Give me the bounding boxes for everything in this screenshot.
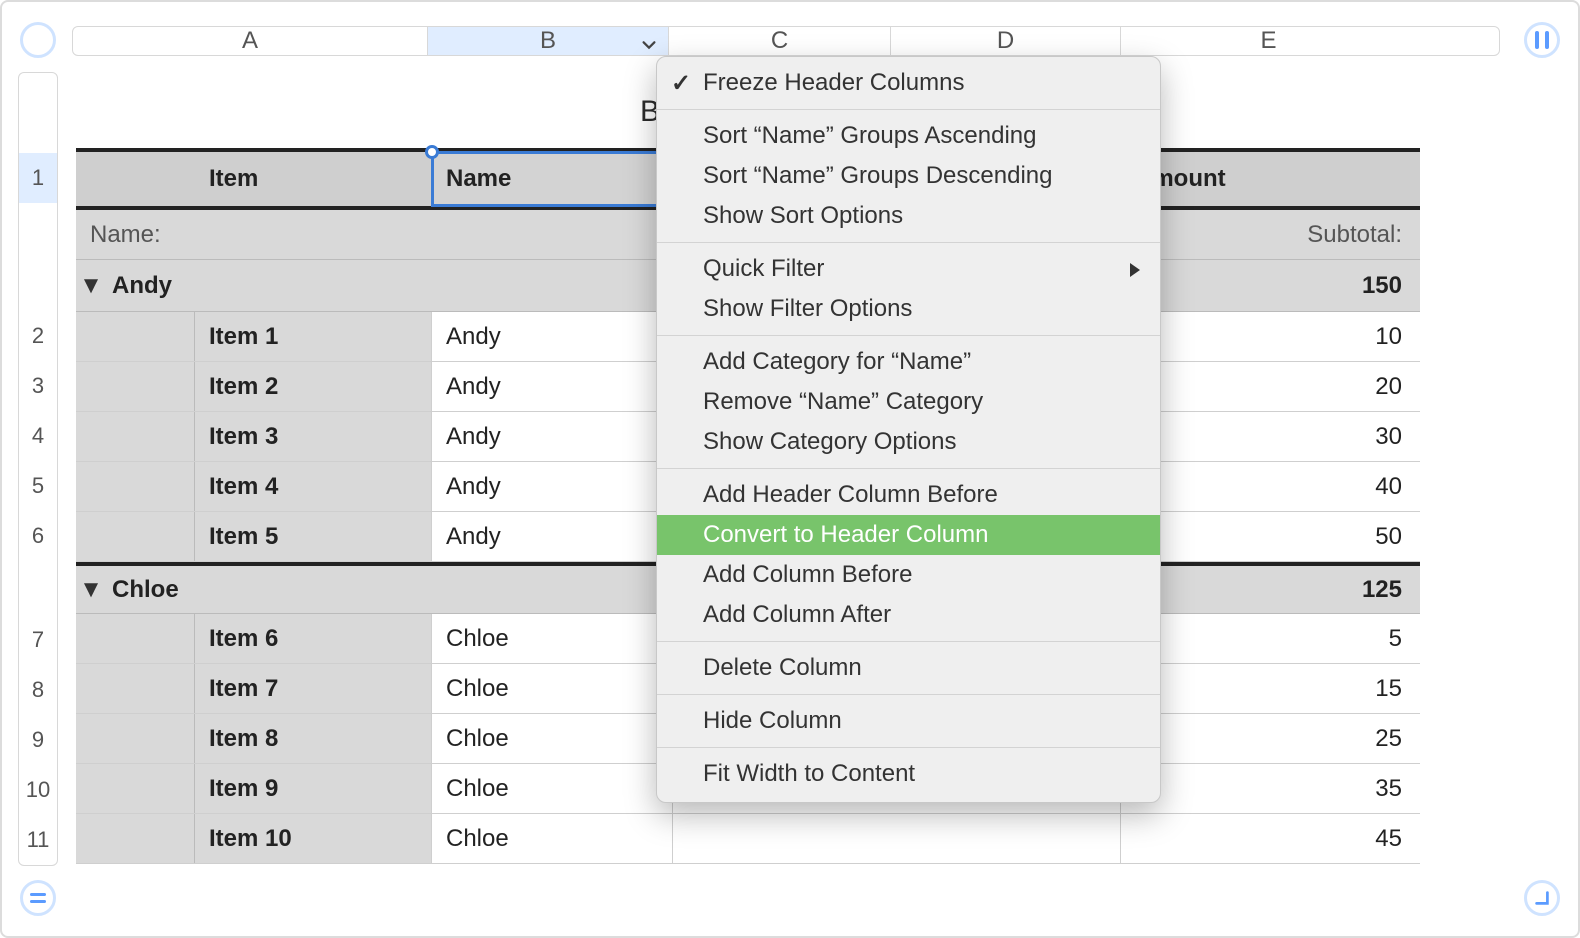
row-header-bar: 1 2 3 4 5 6 7 8 9 10 11 bbox=[18, 72, 58, 866]
cell-amount[interactable]: 25 bbox=[1121, 714, 1420, 763]
row-header-2[interactable]: 2 bbox=[19, 311, 57, 361]
menu-add-column-after[interactable]: Add Column After bbox=[657, 595, 1160, 635]
cell-amount[interactable]: 10 bbox=[1121, 312, 1420, 361]
row-header-3[interactable]: 3 bbox=[19, 361, 57, 411]
menu-show-sort-options[interactable]: Show Sort Options bbox=[657, 196, 1160, 236]
menu-add-category[interactable]: Add Category for “Name” bbox=[657, 342, 1160, 382]
column-header-D[interactable]: D bbox=[891, 27, 1121, 55]
columns-icon bbox=[1535, 31, 1549, 49]
disclosure-triangle-icon[interactable]: ▼ bbox=[76, 566, 106, 613]
menu-remove-category[interactable]: Remove “Name” Category bbox=[657, 382, 1160, 422]
menu-separator bbox=[657, 109, 1160, 110]
corner-icon bbox=[1533, 889, 1551, 907]
column-label: B bbox=[540, 27, 556, 55]
row-header-9[interactable]: 9 bbox=[19, 715, 57, 765]
header-name[interactable]: Name bbox=[432, 152, 673, 206]
menu-separator bbox=[657, 242, 1160, 243]
cell-name[interactable]: Chloe bbox=[432, 714, 673, 763]
table-corner-handle-tl[interactable] bbox=[20, 22, 56, 58]
subtotal-label: Subtotal: bbox=[1122, 210, 1420, 259]
row-header-6[interactable]: 6 bbox=[19, 511, 57, 561]
resize-corner-handle[interactable] bbox=[1524, 880, 1560, 916]
menu-separator bbox=[657, 468, 1160, 469]
menu-separator bbox=[657, 747, 1160, 748]
cell-item[interactable]: Item 9 bbox=[195, 764, 432, 813]
cell-name[interactable]: Chloe bbox=[432, 664, 673, 713]
add-column-handle[interactable] bbox=[1524, 22, 1560, 58]
group-field-label: Name: bbox=[76, 210, 432, 259]
menu-show-filter-options[interactable]: Show Filter Options bbox=[657, 289, 1160, 329]
table-row: Item 10 Chloe 45 bbox=[76, 814, 1420, 864]
add-row-handle[interactable] bbox=[20, 880, 56, 916]
cell-amount[interactable]: 15 bbox=[1121, 664, 1420, 713]
cell-item[interactable]: Item 5 bbox=[195, 512, 432, 561]
row-header-7[interactable]: 7 bbox=[19, 615, 57, 665]
selection-handle-icon[interactable] bbox=[425, 145, 439, 159]
cell-name[interactable]: Andy bbox=[432, 312, 673, 361]
column-label: E bbox=[1260, 27, 1276, 55]
cell-amount[interactable]: 20 bbox=[1121, 362, 1420, 411]
cell-item[interactable]: Item 3 bbox=[195, 412, 432, 461]
column-header-bar: A B C D E bbox=[72, 26, 1500, 56]
column-context-menu: Freeze Header Columns Sort “Name” Groups… bbox=[656, 56, 1161, 803]
cell-name[interactable]: Chloe bbox=[432, 814, 673, 863]
column-header-B[interactable]: B bbox=[428, 27, 669, 55]
disclosure-triangle-icon[interactable]: ▼ bbox=[76, 260, 106, 311]
menu-separator bbox=[657, 335, 1160, 336]
cell-name[interactable]: Chloe bbox=[432, 764, 673, 813]
group-subtotal: 150 bbox=[1122, 260, 1420, 311]
row-header-5[interactable]: 5 bbox=[19, 461, 57, 511]
header-gutter bbox=[76, 152, 195, 206]
group-name: Chloe bbox=[106, 566, 179, 613]
row-header-8[interactable]: 8 bbox=[19, 665, 57, 715]
cell-item[interactable]: Item 8 bbox=[195, 714, 432, 763]
row-header-11[interactable]: 11 bbox=[19, 815, 57, 865]
column-label: A bbox=[242, 27, 258, 55]
menu-quick-filter[interactable]: Quick Filter bbox=[657, 249, 1160, 289]
cell-amount[interactable]: 30 bbox=[1121, 412, 1420, 461]
menu-freeze-header-columns[interactable]: Freeze Header Columns bbox=[657, 63, 1160, 103]
row-header-4[interactable]: 4 bbox=[19, 411, 57, 461]
cell-item[interactable]: Item 7 bbox=[195, 664, 432, 713]
group-name: Andy bbox=[106, 260, 172, 311]
cell-amount[interactable]: 45 bbox=[1121, 814, 1420, 863]
cell-item[interactable]: Item 10 bbox=[195, 814, 432, 863]
cell-name[interactable]: Andy bbox=[432, 412, 673, 461]
cell-amount[interactable]: 5 bbox=[1121, 614, 1420, 663]
column-header-E[interactable]: E bbox=[1121, 27, 1416, 55]
menu-separator bbox=[657, 694, 1160, 695]
rows-icon bbox=[30, 893, 46, 903]
cell-name[interactable]: Andy bbox=[432, 362, 673, 411]
cell-name[interactable]: Andy bbox=[432, 512, 673, 561]
column-header-C[interactable]: C bbox=[669, 27, 891, 55]
chevron-down-icon[interactable] bbox=[640, 33, 658, 61]
menu-sort-descending[interactable]: Sort “Name” Groups Descending bbox=[657, 156, 1160, 196]
cell-name[interactable]: Chloe bbox=[432, 614, 673, 663]
menu-convert-to-header-column[interactable]: Convert to Header Column bbox=[657, 515, 1160, 555]
column-label: D bbox=[997, 27, 1014, 55]
cell-amount[interactable]: 40 bbox=[1121, 462, 1420, 511]
menu-delete-column[interactable]: Delete Column bbox=[657, 648, 1160, 688]
cell-item[interactable]: Item 1 bbox=[195, 312, 432, 361]
group-subtotal: 125 bbox=[1122, 566, 1420, 613]
header-amount[interactable]: Amount bbox=[1121, 152, 1420, 206]
header-item[interactable]: Item bbox=[195, 152, 432, 206]
cell-amount[interactable]: 50 bbox=[1121, 512, 1420, 561]
row-header-1[interactable]: 1 bbox=[19, 153, 57, 203]
menu-add-header-column-before[interactable]: Add Header Column Before bbox=[657, 475, 1160, 515]
menu-fit-width[interactable]: Fit Width to Content bbox=[657, 754, 1160, 794]
row-header-10[interactable]: 10 bbox=[19, 765, 57, 815]
menu-separator bbox=[657, 641, 1160, 642]
column-header-A[interactable]: A bbox=[73, 27, 428, 55]
menu-sort-ascending[interactable]: Sort “Name” Groups Ascending bbox=[657, 116, 1160, 156]
menu-hide-column[interactable]: Hide Column bbox=[657, 701, 1160, 741]
menu-add-column-before[interactable]: Add Column Before bbox=[657, 555, 1160, 595]
cell-item[interactable]: Item 4 bbox=[195, 462, 432, 511]
cell-item[interactable]: Item 6 bbox=[195, 614, 432, 663]
cell-amount[interactable]: 35 bbox=[1121, 764, 1420, 813]
column-label: C bbox=[771, 27, 788, 55]
cell-item[interactable]: Item 2 bbox=[195, 362, 432, 411]
menu-show-category-options[interactable]: Show Category Options bbox=[657, 422, 1160, 462]
cell-name[interactable]: Andy bbox=[432, 462, 673, 511]
